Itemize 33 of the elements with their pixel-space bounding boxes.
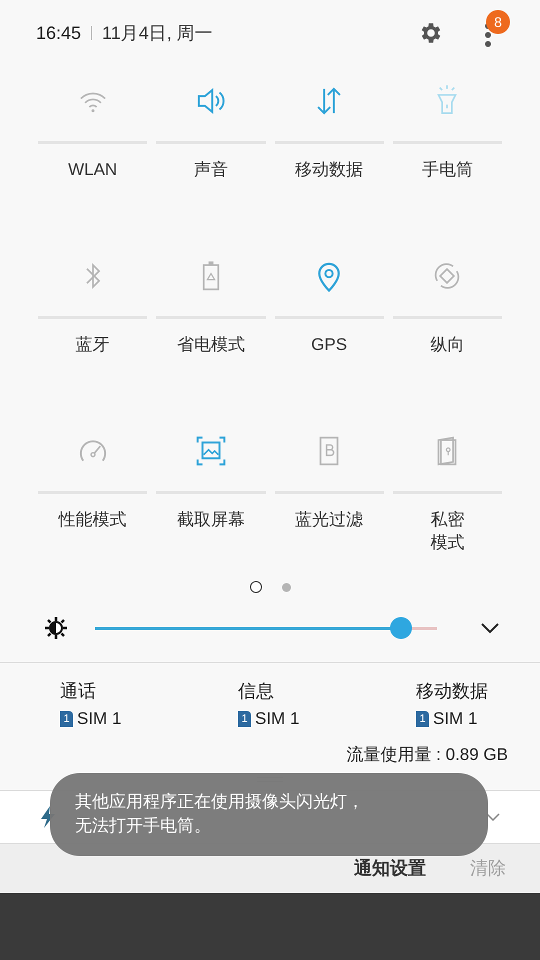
action-button[interactable]: 通知设置 bbox=[354, 855, 426, 882]
tile-label: 手电筒 bbox=[422, 159, 473, 181]
tile-label: 性能模式 bbox=[58, 509, 127, 531]
tile-label: 移动数据 bbox=[295, 159, 364, 181]
tile-label: 蓝光过滤 bbox=[295, 509, 364, 531]
slider-thumb[interactable] bbox=[390, 617, 412, 639]
chevron-down-icon[interactable] bbox=[480, 622, 500, 634]
sim-category-label: 移动数据 bbox=[416, 680, 488, 703]
tile-label: 私密 bbox=[430, 509, 464, 531]
sim-card-icon: 1 bbox=[238, 710, 251, 727]
brightness-slider[interactable] bbox=[95, 617, 437, 639]
sim-category-label: 信息 bbox=[238, 680, 275, 703]
tile-label: 省电模式 bbox=[176, 334, 245, 356]
tile-label: 模式 bbox=[430, 532, 464, 554]
data-usage-text: 流量使用量 : 0.89 GB bbox=[346, 744, 508, 766]
tile-label: 纵向 bbox=[430, 334, 464, 356]
date-text: 11月4日, 周一 bbox=[102, 22, 213, 44]
tile-label: WLAN bbox=[68, 159, 118, 181]
notification-count-badge: 8 bbox=[486, 10, 510, 34]
sim-card-icon: 1 bbox=[60, 710, 73, 727]
screenshot-icon[interactable] bbox=[194, 434, 228, 468]
sim-category-label: 通话 bbox=[60, 680, 97, 703]
tile-label: GPS bbox=[311, 334, 348, 356]
brightness-icon bbox=[44, 616, 68, 640]
clock-time: 16:45 bbox=[36, 22, 82, 44]
toast-message: 其他应用程序正在使用摄像头闪光灯，无法打开手电筒。 bbox=[75, 791, 365, 837]
tile-label: 截取屏幕 bbox=[176, 509, 245, 531]
tile-label: 蓝牙 bbox=[76, 334, 110, 356]
tile-label: 声音 bbox=[194, 159, 228, 181]
sim-card-icon: 1 bbox=[416, 710, 429, 727]
sim-name[interactable]: SIM 1 bbox=[77, 706, 122, 732]
sim-name[interactable]: SIM 1 bbox=[433, 706, 478, 732]
sim-name[interactable]: SIM 1 bbox=[255, 706, 300, 732]
